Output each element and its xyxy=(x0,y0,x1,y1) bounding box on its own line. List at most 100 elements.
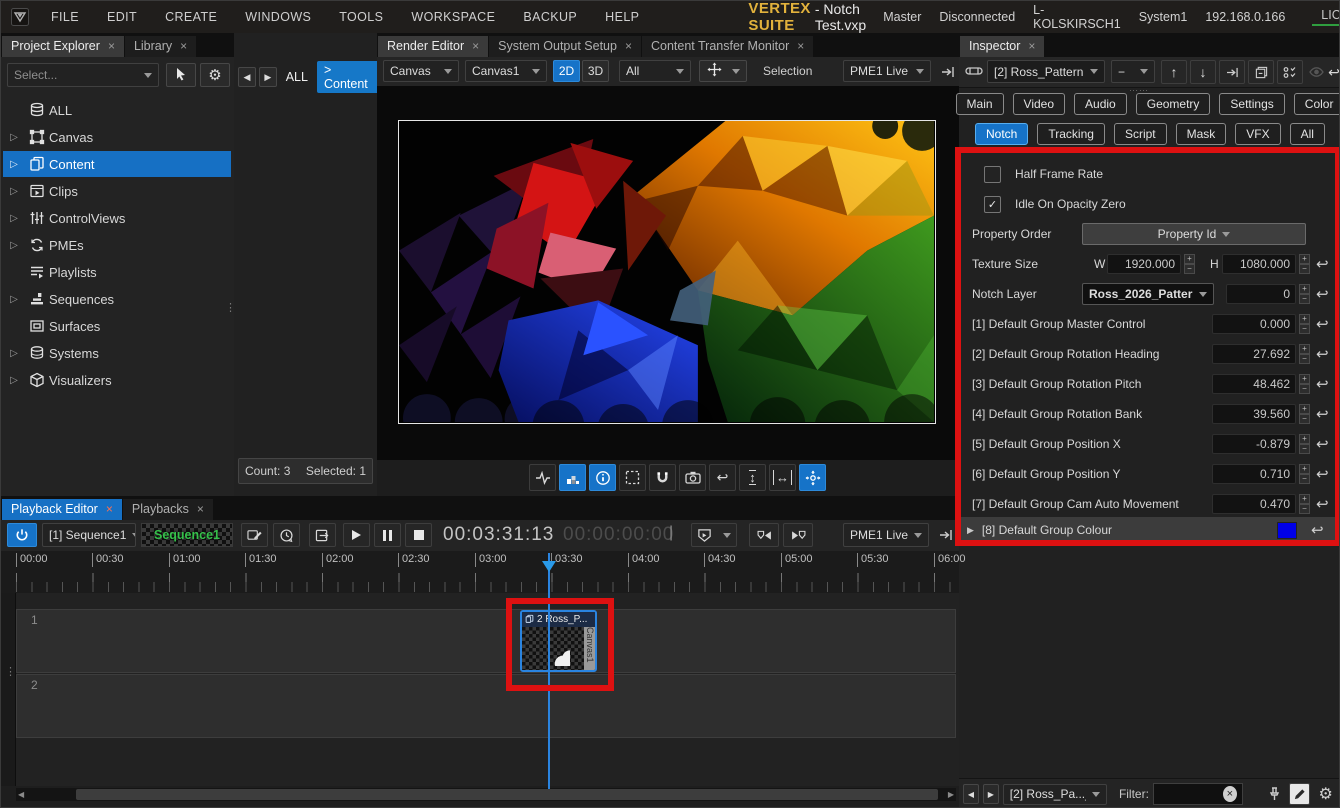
tab-render-editor[interactable]: Render Editor× xyxy=(378,36,488,57)
menu-edit[interactable]: EDIT xyxy=(93,10,151,24)
param-value-field[interactable]: 27.692 xyxy=(1212,344,1296,364)
canvas-select-dropdown[interactable]: Canvas1 xyxy=(465,60,547,82)
reset-property-icon[interactable]: ↩ xyxy=(1316,375,1329,393)
tab-library[interactable]: Library × xyxy=(125,36,196,57)
selection-mode-label[interactable]: Selection xyxy=(763,64,812,78)
snapshot-button[interactable] xyxy=(679,464,706,491)
edit-pencil-icon[interactable] xyxy=(1289,783,1310,805)
move-down-icon[interactable]: ↓ xyxy=(1190,60,1216,84)
tab-inspector[interactable]: Inspector× xyxy=(960,36,1044,57)
tab-vfx[interactable]: VFX xyxy=(1235,123,1280,145)
snap-magnet-button[interactable] xyxy=(649,464,676,491)
param-value-field[interactable]: 0.000 xyxy=(1212,314,1296,334)
timeline-clip-ross-pattern[interactable]: 2 Ross_P... Canvas1 xyxy=(520,610,597,672)
timeline-track-1[interactable]: 1 xyxy=(16,609,956,673)
spinner[interactable] xyxy=(1299,464,1310,484)
pixel-inspect-button[interactable] xyxy=(559,464,586,491)
idle-opacity-checkbox[interactable]: ✓ xyxy=(984,196,1001,213)
spinner[interactable] xyxy=(1299,404,1310,424)
tab-color[interactable]: Color xyxy=(1294,93,1340,115)
canvas-mode-dropdown[interactable]: Canvas xyxy=(383,60,459,82)
active-sequence-display[interactable]: Sequence1 xyxy=(141,523,233,547)
param-value-field[interactable]: 0.470 xyxy=(1212,494,1296,514)
clear-filter-icon[interactable]: × xyxy=(1223,786,1237,802)
tab-script[interactable]: Script xyxy=(1114,123,1167,145)
param-value-field[interactable]: 48.462 xyxy=(1212,374,1296,394)
close-icon[interactable]: × xyxy=(625,41,632,51)
project-select-dropdown[interactable]: Select... xyxy=(7,63,159,87)
tab-geometry[interactable]: Geometry xyxy=(1136,93,1211,115)
edit-sequence-button[interactable] xyxy=(241,523,268,547)
transform-tool-dropdown[interactable] xyxy=(699,60,747,82)
pin-filter-icon[interactable] xyxy=(1263,782,1286,806)
expand-arrow-icon[interactable]: ▷ xyxy=(3,132,25,143)
tab-main[interactable]: Main xyxy=(956,93,1004,115)
cue-mode-dropdown[interactable] xyxy=(691,523,737,547)
close-icon[interactable]: × xyxy=(180,41,187,51)
info-overlay-button[interactable] xyxy=(589,464,616,491)
tree-item-controlviews[interactable]: ▷ ControlViews xyxy=(3,205,231,231)
breadcrumb-current[interactable]: > Content xyxy=(317,61,379,93)
reset-property-icon[interactable]: ↩ xyxy=(1316,285,1329,303)
colour-param-row[interactable]: ▶ [8] Default Group Colour ↩ xyxy=(961,517,1335,543)
close-icon[interactable]: × xyxy=(197,504,204,514)
tree-item-pmes[interactable]: ▷ PMEs xyxy=(3,232,231,258)
menu-workspace[interactable]: WORKSPACE xyxy=(397,10,509,24)
reset-property-icon[interactable]: ↩ xyxy=(1316,345,1329,363)
tab-playback-editor[interactable]: Playback Editor× xyxy=(2,499,122,520)
scroll-left-icon[interactable]: ◀ xyxy=(18,788,24,801)
tree-item-surfaces[interactable]: Surfaces xyxy=(3,313,231,339)
breadcrumb-all[interactable]: ALL xyxy=(280,70,314,84)
fit-horizontal-button[interactable]: ↔ xyxy=(769,464,796,491)
move-up-icon[interactable]: ↑ xyxy=(1161,60,1187,84)
pan-tool-button[interactable] xyxy=(799,464,826,491)
expand-arrow-icon[interactable]: ▷ xyxy=(3,213,25,224)
render-viewport[interactable] xyxy=(377,86,959,460)
property-checklist-icon[interactable] xyxy=(1277,60,1303,84)
tab-content-transfer-monitor[interactable]: Content Transfer Monitor× xyxy=(642,36,813,57)
tab-audio[interactable]: Audio xyxy=(1074,93,1127,115)
spinner[interactable] xyxy=(1184,254,1195,274)
spinner[interactable] xyxy=(1299,254,1310,274)
nav-back-icon[interactable]: ◀ xyxy=(238,67,256,87)
menu-create[interactable]: CREATE xyxy=(151,10,231,24)
close-icon[interactable]: × xyxy=(472,41,479,51)
expand-arrow-icon[interactable]: ▷ xyxy=(3,375,25,386)
playback-power-button[interactable] xyxy=(7,523,37,547)
playhead-line[interactable] xyxy=(548,553,550,789)
param-value-field[interactable]: -0.879 xyxy=(1212,434,1296,454)
menu-backup[interactable]: BACKUP xyxy=(509,10,591,24)
spinner[interactable] xyxy=(1299,344,1310,364)
scroll-right-icon[interactable]: ▶ xyxy=(948,788,954,801)
colour-swatch[interactable] xyxy=(1277,522,1297,539)
playhead-marker[interactable] xyxy=(542,561,556,572)
texture-width-field[interactable]: 1920.000 xyxy=(1107,254,1181,274)
waveform-monitor-button[interactable] xyxy=(529,464,556,491)
param-value-field[interactable]: 0.710 xyxy=(1212,464,1296,484)
spinner[interactable] xyxy=(1299,284,1310,304)
tree-item-content[interactable]: ▷ Content xyxy=(3,151,231,177)
expand-arrow-icon[interactable]: ▷ xyxy=(3,159,25,170)
timeline-track-2[interactable]: 2 xyxy=(16,674,956,738)
property-order-dropdown[interactable]: Property Id xyxy=(1082,223,1306,245)
filter-all-dropdown[interactable]: All xyxy=(619,60,691,82)
expand-arrow-icon[interactable]: ▷ xyxy=(3,294,25,305)
pointer-tool-button[interactable] xyxy=(166,63,196,87)
menu-tools[interactable]: TOOLS xyxy=(325,10,397,24)
timer-button[interactable] xyxy=(273,523,300,547)
menu-windows[interactable]: WINDOWS xyxy=(231,10,325,24)
timeline-ruler[interactable]: 00:00 00:30 01:00 01:30 02:00 02:30 03:0… xyxy=(1,551,959,594)
pause-button[interactable] xyxy=(374,523,401,547)
play-button[interactable] xyxy=(343,523,370,547)
expander-icon[interactable]: ▶ xyxy=(967,525,974,536)
tree-item-systems[interactable]: ▷ Systems xyxy=(3,340,231,366)
tab-playbacks[interactable]: Playbacks× xyxy=(123,499,213,520)
reset-property-icon[interactable]: ↩ xyxy=(1316,495,1329,513)
stop-button[interactable] xyxy=(405,523,432,547)
tab-notch[interactable]: Notch xyxy=(975,123,1028,145)
nav-forward-icon[interactable]: ▶ xyxy=(983,784,999,804)
project-settings-button[interactable]: ⚙ xyxy=(200,63,230,87)
tree-item-canvas[interactable]: ▷ Canvas xyxy=(3,124,231,150)
cue-previous-button[interactable] xyxy=(749,523,779,547)
scrollbar-thumb[interactable] xyxy=(76,789,938,800)
